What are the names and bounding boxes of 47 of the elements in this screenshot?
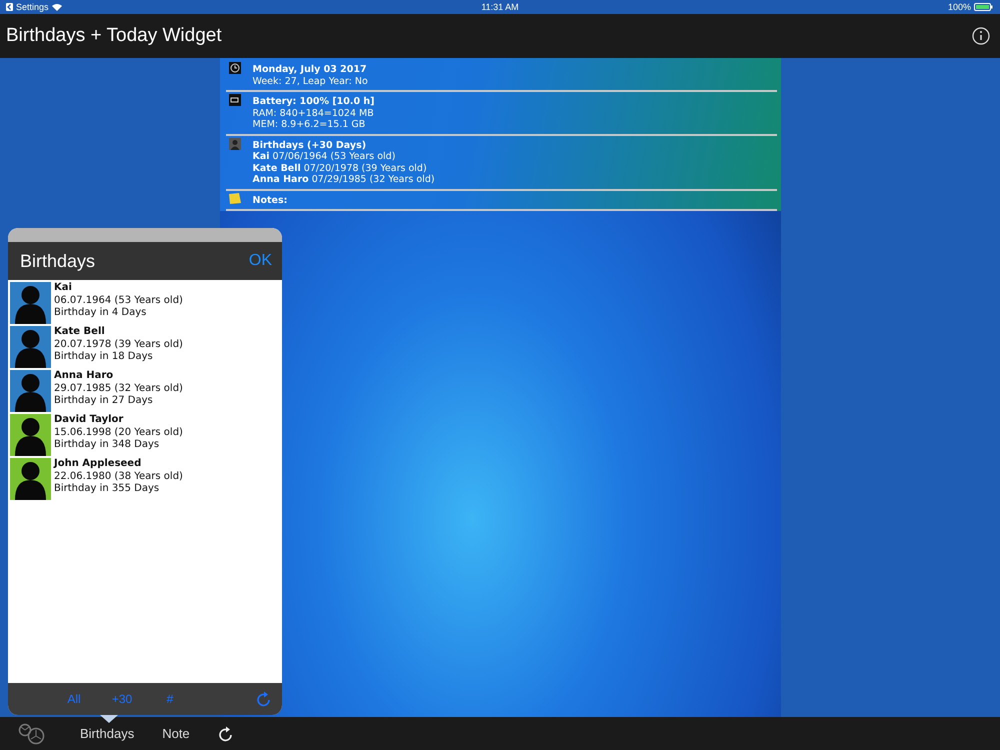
popover-arrow [100, 715, 118, 723]
filter-button[interactable]: +30 [98, 692, 146, 706]
contact-countdown: Birthday in 355 Days [54, 483, 160, 496]
contact-countdown: Birthday in 18 Days [54, 351, 154, 364]
app-title: Birthdays + Today Widget [6, 25, 222, 47]
contact-name: John Appleseed [54, 458, 142, 470]
contact-birthdate: 29.07.1985 (32 Years old) [54, 382, 183, 395]
battery-icon [974, 3, 994, 11]
contact-birthdate: 15.06.1998 (20 Years old) [54, 426, 183, 439]
gears-icon[interactable] [18, 722, 46, 744]
contact-name: Kai [54, 282, 73, 294]
contact-countdown: Birthday in 348 Days [54, 439, 160, 452]
contact-name: Kate Bell [54, 326, 106, 338]
section-line: Kai 07/06/1964 (53 Years old) [252, 151, 396, 162]
status-time: 11:31 AM [481, 2, 519, 12]
toolbar-tab[interactable]: Note [162, 726, 190, 741]
section-title: Birthdays (+30 Days) [252, 140, 368, 151]
filter-button[interactable]: # [146, 692, 194, 706]
section-title: Monday, July 03 2017 [252, 64, 368, 76]
section-title: Notes: [252, 194, 288, 206]
section-line: Week: 27, Leap Year: No [252, 76, 368, 87]
section-line: Anna Haro 07/29/1985 (32 Years old) [252, 174, 435, 186]
back-link[interactable]: Settings [16, 2, 49, 12]
section-line: MEM: 8.9+6.2=15.1 GB [252, 119, 366, 130]
section-line: Kate Bell 07/20/1978 (39 Years old) [252, 162, 428, 174]
wifi-icon [52, 4, 62, 10]
refresh-icon[interactable] [218, 726, 234, 742]
note-icon [228, 192, 240, 204]
contact-countdown: Birthday in 27 Days [54, 395, 154, 408]
contact-name: David Taylor [54, 414, 124, 426]
contact-name: Anna Haro [54, 370, 114, 382]
ok-button[interactable]: OK [248, 252, 272, 270]
filter-button[interactable]: All [50, 692, 98, 706]
popover-title: Birthdays [20, 250, 96, 272]
section-line: RAM: 840+184=1024 MB [252, 108, 375, 119]
contact-birthdate: 06.07.1964 (53 Years old) [54, 294, 183, 307]
info-icon[interactable] [972, 27, 990, 45]
battery-icon [228, 94, 240, 106]
section-title: Battery: 100% [10.0 h] [252, 96, 375, 108]
toolbar-tab[interactable]: Birthdays [80, 726, 134, 741]
battery-percent: 100% [948, 2, 971, 12]
back-icon[interactable] [6, 3, 13, 11]
contact-birthdate: 22.06.1980 (38 Years old) [54, 470, 183, 483]
clock-icon [228, 62, 240, 74]
person-icon [228, 138, 240, 150]
contact-birthdate: 20.07.1978 (39 Years old) [54, 338, 183, 351]
contact-countdown: Birthday in 4 Days [54, 307, 148, 320]
